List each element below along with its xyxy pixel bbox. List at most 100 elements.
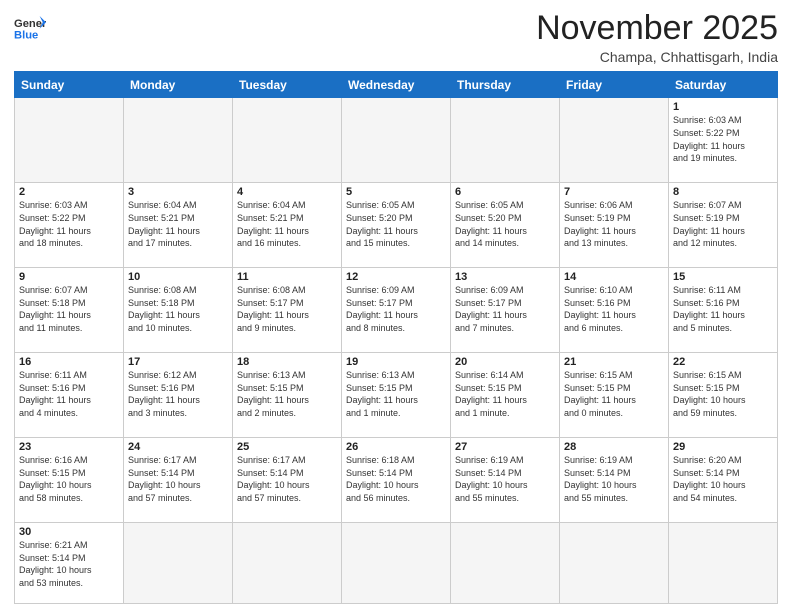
day-number: 15 bbox=[673, 271, 773, 283]
month-title: November 2025 bbox=[536, 10, 778, 47]
day-number: 8 bbox=[673, 186, 773, 198]
day-info: Sunrise: 6:07 AM Sunset: 5:19 PM Dayligh… bbox=[673, 199, 773, 249]
col-thursday: Thursday bbox=[451, 72, 560, 98]
day-info: Sunrise: 6:06 AM Sunset: 5:19 PM Dayligh… bbox=[564, 199, 664, 249]
table-row: 6Sunrise: 6:05 AM Sunset: 5:20 PM Daylig… bbox=[451, 183, 560, 268]
day-info: Sunrise: 6:11 AM Sunset: 5:16 PM Dayligh… bbox=[673, 284, 773, 334]
table-row: 16Sunrise: 6:11 AM Sunset: 5:16 PM Dayli… bbox=[15, 353, 124, 438]
day-number: 16 bbox=[19, 356, 119, 368]
table-row: 28Sunrise: 6:19 AM Sunset: 5:14 PM Dayli… bbox=[560, 438, 669, 523]
day-info: Sunrise: 6:12 AM Sunset: 5:16 PM Dayligh… bbox=[128, 369, 228, 419]
col-monday: Monday bbox=[124, 72, 233, 98]
day-number: 2 bbox=[19, 186, 119, 198]
day-number: 18 bbox=[237, 356, 337, 368]
table-row bbox=[451, 523, 560, 604]
calendar: Sunday Monday Tuesday Wednesday Thursday… bbox=[14, 71, 778, 604]
day-number: 25 bbox=[237, 441, 337, 453]
table-row bbox=[342, 523, 451, 604]
day-info: Sunrise: 6:04 AM Sunset: 5:21 PM Dayligh… bbox=[128, 199, 228, 249]
calendar-week-row: 30Sunrise: 6:21 AM Sunset: 5:14 PM Dayli… bbox=[15, 523, 778, 604]
day-info: Sunrise: 6:21 AM Sunset: 5:14 PM Dayligh… bbox=[19, 539, 119, 589]
table-row: 12Sunrise: 6:09 AM Sunset: 5:17 PM Dayli… bbox=[342, 268, 451, 353]
table-row: 29Sunrise: 6:20 AM Sunset: 5:14 PM Dayli… bbox=[669, 438, 778, 523]
table-row bbox=[560, 98, 669, 183]
table-row bbox=[233, 523, 342, 604]
day-number: 9 bbox=[19, 271, 119, 283]
page: General Blue November 2025 Champa, Chhat… bbox=[0, 0, 792, 612]
table-row: 14Sunrise: 6:10 AM Sunset: 5:16 PM Dayli… bbox=[560, 268, 669, 353]
day-number: 5 bbox=[346, 186, 446, 198]
day-info: Sunrise: 6:16 AM Sunset: 5:15 PM Dayligh… bbox=[19, 454, 119, 504]
day-info: Sunrise: 6:17 AM Sunset: 5:14 PM Dayligh… bbox=[128, 454, 228, 504]
day-number: 21 bbox=[564, 356, 664, 368]
day-info: Sunrise: 6:05 AM Sunset: 5:20 PM Dayligh… bbox=[455, 199, 555, 249]
table-row: 5Sunrise: 6:05 AM Sunset: 5:20 PM Daylig… bbox=[342, 183, 451, 268]
day-info: Sunrise: 6:10 AM Sunset: 5:16 PM Dayligh… bbox=[564, 284, 664, 334]
day-info: Sunrise: 6:08 AM Sunset: 5:17 PM Dayligh… bbox=[237, 284, 337, 334]
day-info: Sunrise: 6:15 AM Sunset: 5:15 PM Dayligh… bbox=[673, 369, 773, 419]
day-number: 3 bbox=[128, 186, 228, 198]
table-row: 18Sunrise: 6:13 AM Sunset: 5:15 PM Dayli… bbox=[233, 353, 342, 438]
table-row bbox=[233, 98, 342, 183]
day-number: 4 bbox=[237, 186, 337, 198]
day-number: 6 bbox=[455, 186, 555, 198]
day-number: 11 bbox=[237, 271, 337, 283]
table-row bbox=[342, 98, 451, 183]
logo: General Blue bbox=[14, 14, 46, 42]
day-number: 22 bbox=[673, 356, 773, 368]
day-number: 23 bbox=[19, 441, 119, 453]
table-row bbox=[560, 523, 669, 604]
table-row: 27Sunrise: 6:19 AM Sunset: 5:14 PM Dayli… bbox=[451, 438, 560, 523]
day-number: 20 bbox=[455, 356, 555, 368]
table-row bbox=[124, 523, 233, 604]
svg-text:General: General bbox=[14, 18, 46, 30]
day-number: 7 bbox=[564, 186, 664, 198]
calendar-week-row: 16Sunrise: 6:11 AM Sunset: 5:16 PM Dayli… bbox=[15, 353, 778, 438]
day-number: 29 bbox=[673, 441, 773, 453]
location: Champa, Chhattisgarh, India bbox=[536, 49, 778, 65]
table-row: 7Sunrise: 6:06 AM Sunset: 5:19 PM Daylig… bbox=[560, 183, 669, 268]
table-row: 21Sunrise: 6:15 AM Sunset: 5:15 PM Dayli… bbox=[560, 353, 669, 438]
table-row: 13Sunrise: 6:09 AM Sunset: 5:17 PM Dayli… bbox=[451, 268, 560, 353]
day-number: 26 bbox=[346, 441, 446, 453]
day-info: Sunrise: 6:19 AM Sunset: 5:14 PM Dayligh… bbox=[564, 454, 664, 504]
day-number: 24 bbox=[128, 441, 228, 453]
day-info: Sunrise: 6:03 AM Sunset: 5:22 PM Dayligh… bbox=[19, 199, 119, 249]
day-info: Sunrise: 6:15 AM Sunset: 5:15 PM Dayligh… bbox=[564, 369, 664, 419]
table-row: 26Sunrise: 6:18 AM Sunset: 5:14 PM Dayli… bbox=[342, 438, 451, 523]
day-number: 13 bbox=[455, 271, 555, 283]
table-row: 20Sunrise: 6:14 AM Sunset: 5:15 PM Dayli… bbox=[451, 353, 560, 438]
day-number: 30 bbox=[19, 526, 119, 538]
table-row: 17Sunrise: 6:12 AM Sunset: 5:16 PM Dayli… bbox=[124, 353, 233, 438]
day-info: Sunrise: 6:11 AM Sunset: 5:16 PM Dayligh… bbox=[19, 369, 119, 419]
day-number: 14 bbox=[564, 271, 664, 283]
table-row: 15Sunrise: 6:11 AM Sunset: 5:16 PM Dayli… bbox=[669, 268, 778, 353]
table-row: 10Sunrise: 6:08 AM Sunset: 5:18 PM Dayli… bbox=[124, 268, 233, 353]
day-number: 10 bbox=[128, 271, 228, 283]
col-wednesday: Wednesday bbox=[342, 72, 451, 98]
day-number: 28 bbox=[564, 441, 664, 453]
col-sunday: Sunday bbox=[15, 72, 124, 98]
day-number: 17 bbox=[128, 356, 228, 368]
table-row: 2Sunrise: 6:03 AM Sunset: 5:22 PM Daylig… bbox=[15, 183, 124, 268]
table-row: 1Sunrise: 6:03 AM Sunset: 5:22 PM Daylig… bbox=[669, 98, 778, 183]
day-info: Sunrise: 6:05 AM Sunset: 5:20 PM Dayligh… bbox=[346, 199, 446, 249]
table-row: 19Sunrise: 6:13 AM Sunset: 5:15 PM Dayli… bbox=[342, 353, 451, 438]
col-saturday: Saturday bbox=[669, 72, 778, 98]
day-info: Sunrise: 6:14 AM Sunset: 5:15 PM Dayligh… bbox=[455, 369, 555, 419]
day-info: Sunrise: 6:09 AM Sunset: 5:17 PM Dayligh… bbox=[346, 284, 446, 334]
day-number: 27 bbox=[455, 441, 555, 453]
table-row: 30Sunrise: 6:21 AM Sunset: 5:14 PM Dayli… bbox=[15, 523, 124, 604]
day-info: Sunrise: 6:09 AM Sunset: 5:17 PM Dayligh… bbox=[455, 284, 555, 334]
day-info: Sunrise: 6:07 AM Sunset: 5:18 PM Dayligh… bbox=[19, 284, 119, 334]
title-block: November 2025 Champa, Chhattisgarh, Indi… bbox=[536, 10, 778, 65]
col-tuesday: Tuesday bbox=[233, 72, 342, 98]
table-row bbox=[451, 98, 560, 183]
table-row bbox=[669, 523, 778, 604]
day-info: Sunrise: 6:17 AM Sunset: 5:14 PM Dayligh… bbox=[237, 454, 337, 504]
table-row: 25Sunrise: 6:17 AM Sunset: 5:14 PM Dayli… bbox=[233, 438, 342, 523]
calendar-week-row: 1Sunrise: 6:03 AM Sunset: 5:22 PM Daylig… bbox=[15, 98, 778, 183]
day-info: Sunrise: 6:08 AM Sunset: 5:18 PM Dayligh… bbox=[128, 284, 228, 334]
calendar-week-row: 2Sunrise: 6:03 AM Sunset: 5:22 PM Daylig… bbox=[15, 183, 778, 268]
svg-text:Blue: Blue bbox=[14, 29, 38, 41]
